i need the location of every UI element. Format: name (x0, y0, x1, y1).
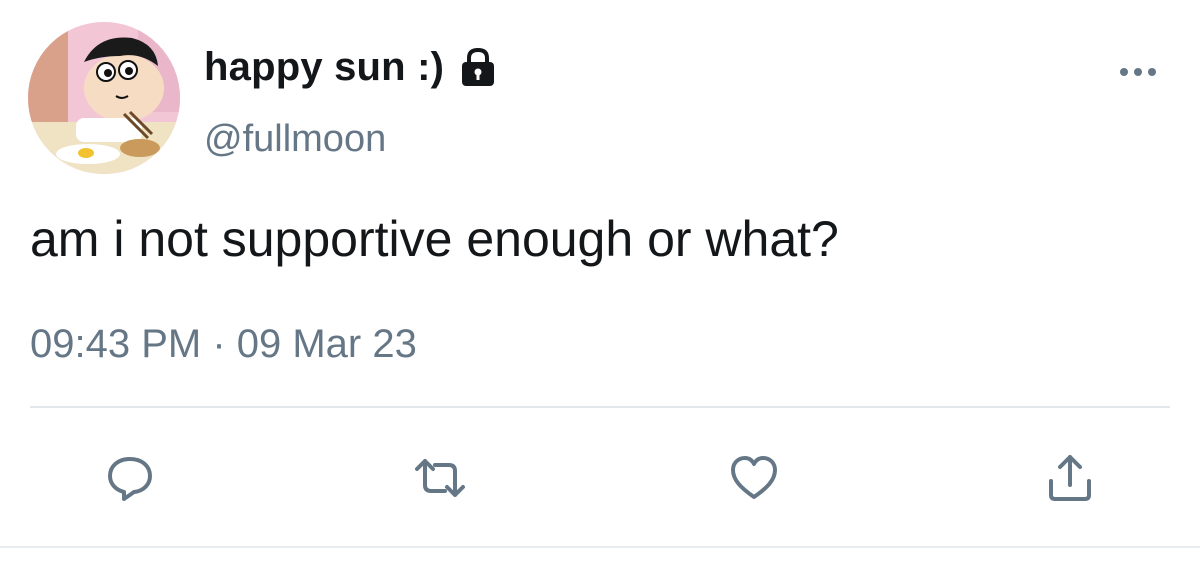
user-handle[interactable]: @fullmoon (204, 118, 386, 161)
avatar[interactable] (28, 22, 180, 174)
like-icon (731, 456, 777, 499)
more-icon[interactable] (1116, 60, 1160, 84)
like-button[interactable] (724, 448, 784, 508)
lock-icon (456, 45, 500, 89)
share-icon (1049, 455, 1091, 501)
tweet-timestamp[interactable]: 09:43 PM · 09 Mar 23 (30, 322, 417, 367)
share-button[interactable] (1040, 448, 1100, 508)
retweet-button[interactable] (410, 448, 470, 508)
tweet-text: am i not supportive enough or what? (30, 211, 839, 267)
divider (30, 406, 1170, 408)
tweet-card: happy sun :) @fullmoon am i not supporti… (0, 0, 1200, 565)
reply-button[interactable] (100, 448, 160, 508)
avatar-image (28, 22, 180, 174)
action-bar (0, 448, 1200, 508)
display-name[interactable]: happy sun :) (204, 45, 444, 90)
retweet-icon (415, 459, 465, 497)
bottom-divider (0, 546, 1200, 548)
name-row: happy sun :) (204, 40, 500, 94)
reply-icon (108, 457, 152, 501)
